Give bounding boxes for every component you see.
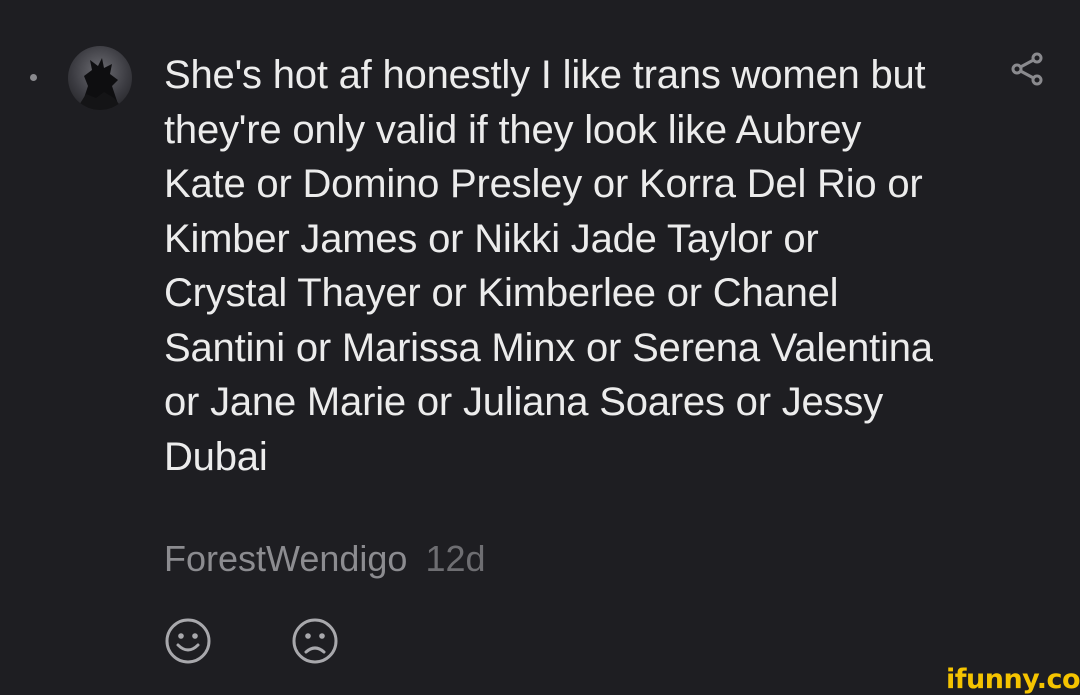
thread-bullet <box>30 74 37 81</box>
smile-icon[interactable] <box>164 617 212 665</box>
share-icon[interactable] <box>1008 50 1046 88</box>
user-avatar[interactable] <box>68 46 132 110</box>
frown-icon[interactable] <box>291 617 339 665</box>
username-link[interactable]: ForestWendigo <box>164 538 407 579</box>
avatar-figure-icon <box>76 58 124 110</box>
ifunny-watermark: ifunny.co <box>946 664 1080 695</box>
comment-meta: ForestWendigo 12d <box>164 538 486 580</box>
comment-age: 12d <box>425 538 486 579</box>
comment-text: She's hot af honestly I like trans women… <box>164 53 933 479</box>
